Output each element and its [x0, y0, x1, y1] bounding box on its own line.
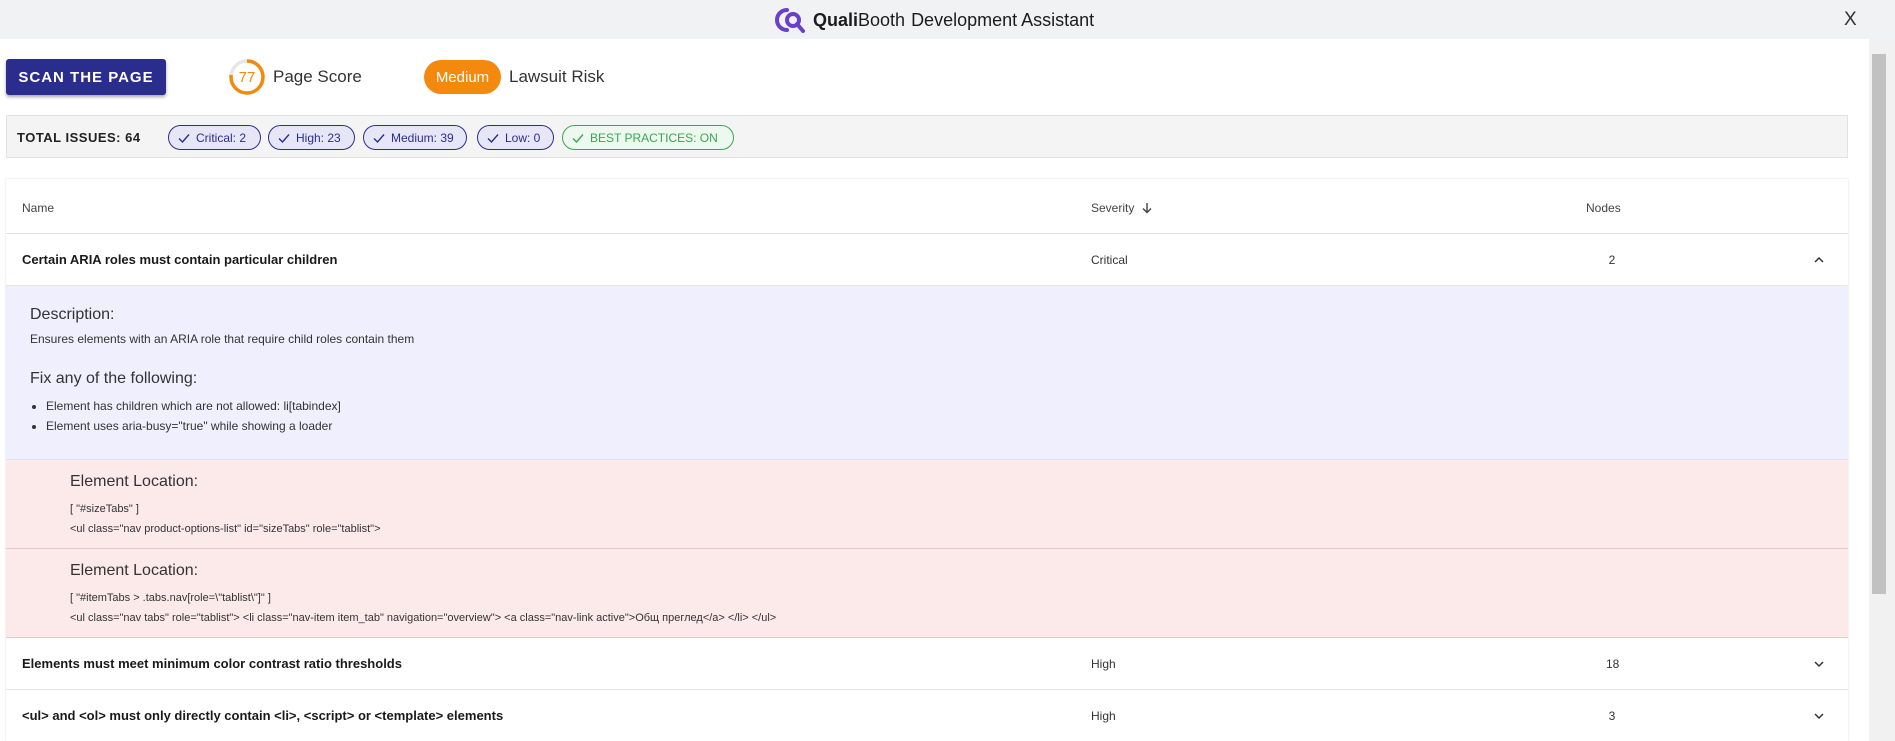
brand: Quali Booth Development Assistant — [773, 6, 1094, 34]
column-header-severity-label: Severity — [1091, 201, 1135, 215]
description-text: Ensures elements with an ARIA role that … — [30, 332, 415, 346]
filter-chip-medium[interactable]: Medium: 39 — [363, 125, 467, 150]
issues-table: Name Severity Nodes Certain ARIA roles m… — [6, 179, 1848, 741]
scan-page-button[interactable]: SCAN THE PAGE — [6, 59, 166, 95]
check-icon — [487, 133, 499, 143]
check-icon — [178, 133, 190, 143]
description-title: Description: — [30, 306, 115, 323]
table-row[interactable]: Elements must meet minimum color contras… — [6, 638, 1848, 690]
element-selector: [ "#sizeTabs" ] — [70, 503, 139, 515]
lawsuit-risk-badge: Medium — [424, 60, 501, 94]
element-selector: [ "#itemTabs > .tabs.nav[role=\"tablist\… — [70, 592, 271, 604]
issue-severity: High — [1091, 657, 1116, 671]
arrow-down-icon[interactable] — [1141, 202, 1153, 214]
chevron-down-icon[interactable] — [1812, 657, 1826, 671]
chip-label: BEST PRACTICES: ON — [590, 130, 718, 145]
table-row[interactable]: <ul> and <ol> must only directly contain… — [6, 690, 1848, 741]
issue-description-panel: Description: Ensures elements with an AR… — [6, 286, 1848, 460]
chevron-down-icon[interactable] — [1812, 709, 1826, 723]
scrollbar-thumb[interactable] — [1872, 54, 1886, 594]
title-bar: Quali Booth Development Assistant X — [0, 0, 1895, 39]
element-location-panel: Element Location: [ "#sizeTabs" ] <ul cl… — [6, 460, 1848, 549]
fix-list: Element has children which are not allow… — [46, 396, 341, 436]
chip-label: Low: 0 — [505, 130, 541, 145]
table-row[interactable]: Certain ARIA roles must contain particul… — [6, 234, 1848, 286]
brand-name-regular: Booth — [858, 9, 906, 30]
issue-nodes: 2 — [1608, 253, 1616, 267]
filter-chip-critical[interactable]: Critical: 2 — [168, 125, 261, 150]
issue-severity: High — [1091, 709, 1116, 723]
table-header: Name Severity Nodes — [6, 179, 1848, 234]
page-score-ring: 77 — [229, 59, 265, 95]
fix-title: Fix any of the following: — [30, 370, 198, 387]
close-button[interactable]: X — [1844, 9, 1857, 31]
brand-name-bold: Quali — [813, 9, 859, 30]
issue-name: Elements must meet minimum color contras… — [22, 656, 402, 671]
issue-nodes: 18 — [1606, 657, 1620, 671]
fix-item: Element uses aria-busy="true" while show… — [46, 416, 341, 436]
element-html: <ul class="nav tabs" role="tablist"> <li… — [70, 612, 777, 624]
check-icon — [278, 133, 290, 143]
chip-label: Medium: 39 — [391, 130, 454, 145]
element-html: <ul class="nav product-options-list" id=… — [70, 523, 381, 535]
total-issues: TOTAL ISSUES: 64 — [17, 130, 141, 145]
filter-chip-low[interactable]: Low: 0 — [477, 125, 554, 150]
chip-label: Critical: 2 — [196, 130, 247, 145]
column-header-severity[interactable]: Severity — [1091, 201, 1153, 215]
lawsuit-risk-label: Lawsuit Risk — [509, 67, 605, 86]
qualibooth-logo-icon — [775, 8, 805, 33]
check-icon — [572, 133, 584, 143]
element-location-panel: Element Location: [ "#itemTabs > .tabs.n… — [6, 549, 1848, 638]
filter-chip-high[interactable]: High: 23 — [268, 125, 355, 150]
check-icon — [373, 133, 385, 143]
filter-chip-best-practices[interactable]: BEST PRACTICES: ON — [562, 125, 734, 150]
page-score-label: Page Score — [273, 67, 362, 86]
issue-severity: Critical — [1091, 253, 1128, 267]
chevron-up-icon[interactable] — [1812, 253, 1826, 267]
element-location-title: Element Location: — [70, 473, 199, 490]
column-header-name[interactable]: Name — [22, 201, 54, 215]
issue-name: Certain ARIA roles must contain particul… — [22, 252, 338, 267]
page-score-value: 77 — [239, 69, 256, 86]
element-location-title: Element Location: — [70, 562, 199, 579]
issues-summary-bar: TOTAL ISSUES: 64 Critical: 2 High: 23 Me… — [6, 115, 1848, 158]
fix-item: Element has children which are not allow… — [46, 396, 341, 416]
brand-suffix: Development Assistant — [911, 9, 1095, 30]
issue-name: <ul> and <ol> must only directly contain… — [22, 708, 504, 723]
issue-nodes: 3 — [1608, 709, 1616, 723]
column-header-nodes[interactable]: Nodes — [1586, 201, 1621, 215]
chip-label: High: 23 — [296, 130, 341, 145]
